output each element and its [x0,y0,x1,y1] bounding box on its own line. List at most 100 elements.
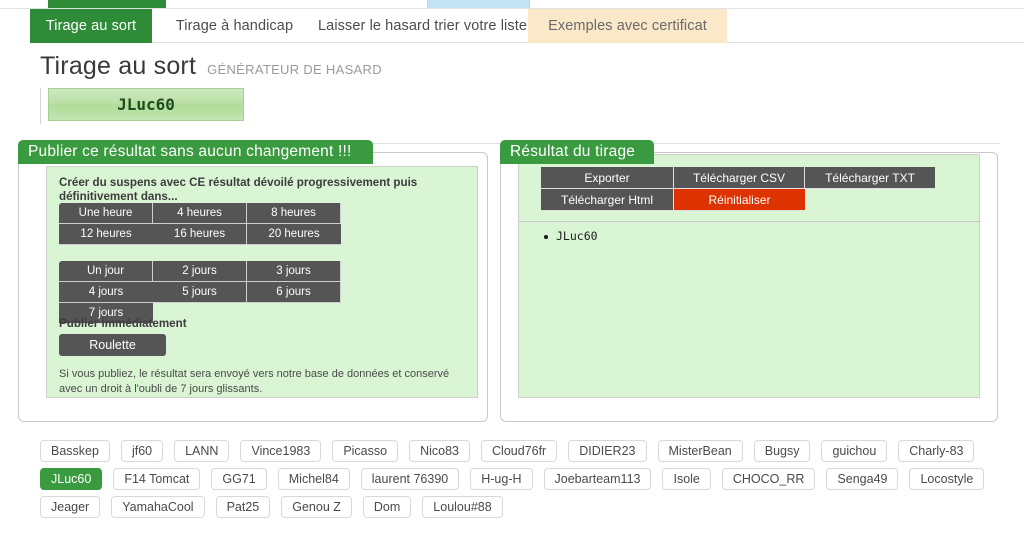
page-title-row: Tirage au sort GÉNÉRATEUR DE HASARD [40,52,382,81]
delay-days-button-2[interactable]: 3 jours [247,261,341,282]
delay-days-button-3[interactable]: 4 jours [59,282,153,303]
delay-days-button-label: Un jour [86,265,125,277]
tab-exemples-avec-certificat[interactable]: Exemples avec certificat [528,9,727,43]
participant-tag-label: Charly-83 [909,444,964,458]
participant-tag[interactable]: JLuc60 [40,468,103,490]
participant-tag-list: Basskep jf60 LANN Vince1983 Picasso Nico83 Clo… [40,440,1000,518]
participant-tag-label: Locostyle [920,472,974,486]
delay-hours-button-label: 12 heures [80,228,132,240]
participant-tag-label: H-ug-H [481,472,522,486]
participant-tag-label: jf60 [131,444,153,458]
delay-hours-button-label: 8 heures [271,207,316,219]
delay-hours-button-label: 4 heures [177,207,222,219]
publish-panel-body: Créer du suspens avec CE résultat dévoil… [46,166,478,398]
participant-tag[interactable]: Jeager [40,496,101,518]
participant-tag[interactable]: Charly-83 [898,440,975,462]
participant-tag[interactable]: Pat25 [215,496,271,518]
page-root: Tirage au sort Tirage à handicap Laisser… [0,0,1024,534]
result-action-label: Réinitialiser [708,192,771,207]
participant-tag[interactable]: Vince1983 [240,440,322,462]
delay-hours-button-0[interactable]: Une heure [59,203,153,224]
delay-days-button-5[interactable]: 6 jours [247,282,341,303]
delay-days-button-4[interactable]: 5 jours [153,282,247,303]
result-action-exporter[interactable]: Exporter [541,167,674,189]
participant-tag-label: Bugsy [764,444,800,458]
participant-tag-label: Dom [373,500,401,514]
participant-tag[interactable]: Joebarteam113 [543,468,652,490]
participant-tag-label: Isole [673,472,700,486]
participant-tag-label: Cloud76fr [492,444,547,458]
participant-tag[interactable]: Loulou#88 [422,496,503,518]
result-panel: Résultat du tirage Exporter Télécharger C… [500,140,998,422]
result-action-label: Télécharger TXT [825,170,915,185]
participant-tag[interactable]: guichou [821,440,888,462]
tab-tirage-a-handicap[interactable]: Tirage à handicap [152,9,317,43]
participant-tag[interactable]: H-ug-H [470,468,533,490]
delay-days-button-1[interactable]: 2 jours [153,261,247,282]
top-nav-active-marker[interactable] [48,0,166,8]
delay-days-button-label: 6 jours [276,286,311,298]
participant-tag-label: Nico83 [420,444,460,458]
publish-panel-legend-label: Publier ce résultat sans aucun changemen… [28,143,352,160]
publish-lead-text: Créer du suspens avec CE résultat dévoil… [59,176,418,203]
participant-tag-label: DIDIER23 [579,444,636,458]
participant-tag[interactable]: Isole [662,468,711,490]
participant-tag[interactable]: Genou Z [281,496,352,518]
delay-hours-button-5[interactable]: 20 heures [247,224,341,245]
participant-tag-label: Genou Z [292,500,341,514]
participant-tag[interactable]: MisterBean [657,440,743,462]
delay-days-button-grid: Un jour 2 jours 3 jours 4 jours 5 jours 6 jou… [59,261,389,324]
participant-tag[interactable]: jf60 [120,440,164,462]
participant-tag[interactable]: Nico83 [409,440,471,462]
delay-hours-button-2[interactable]: 8 heures [247,203,341,224]
delay-hours-button-label: Une heure [78,207,133,219]
publish-panel-legend: Publier ce résultat sans aucun changemen… [18,140,373,164]
participant-tag[interactable]: Locostyle [909,468,985,490]
publish-panel: Publier ce résultat sans aucun changemen… [18,140,488,422]
participant-tag[interactable]: Senga49 [826,468,899,490]
delay-hours-button-1[interactable]: 4 heures [153,203,247,224]
participant-tag-label: Loulou#88 [433,500,492,514]
participant-tag[interactable]: Basskep [40,440,110,462]
result-action-label: Exporter [584,170,630,185]
participant-tag-label: LANN [185,444,219,458]
participant-tag[interactable]: F14 Tomcat [113,468,201,490]
result-action-t-l-charger-csv[interactable]: Télécharger CSV [674,167,805,189]
top-nav-highlight-marker[interactable] [427,0,530,8]
result-action-t-l-charger-txt[interactable]: Télécharger TXT [805,167,935,189]
delay-days-button-0[interactable]: Un jour [59,261,153,282]
participant-tag[interactable]: DIDIER23 [568,440,647,462]
participant-tag[interactable]: LANN [174,440,230,462]
delay-hours-button-3[interactable]: 12 heures [59,224,153,245]
tab-tirage-au-sort[interactable]: Tirage au sort [30,9,152,43]
participant-tag[interactable]: Dom [362,496,412,518]
result-list: JLuc60 [541,229,598,244]
participant-tag[interactable]: GG71 [211,468,267,490]
page-subtitle: GÉNÉRATEUR DE HASARD [207,62,382,77]
participant-tag-label: YamahaCool [122,500,194,514]
tab-label: Laisser le hasard trier votre liste [318,18,527,34]
result-panel-legend-label: Résultat du tirage [510,143,636,160]
participant-tag[interactable]: Cloud76fr [481,440,558,462]
participant-tag-label: Michel84 [288,472,339,486]
participant-tag[interactable]: Bugsy [753,440,811,462]
result-action-t-l-charger-html[interactable]: Télécharger Html [541,189,674,211]
participant-tag[interactable]: laurent 76390 [360,468,460,490]
participant-tag-label: laurent 76390 [371,472,449,486]
winner-left-rule [40,88,41,124]
tab-laisser-le-hasard-trier[interactable]: Laisser le hasard trier votre liste [317,9,528,43]
participant-tag-label: Basskep [51,444,99,458]
delay-days-button-label: 5 jours [182,286,217,298]
participant-tag[interactable]: YamahaCool [111,496,205,518]
delay-hours-button-4[interactable]: 16 heures [153,224,247,245]
roulette-button[interactable]: Roulette [59,334,166,356]
main-tab-bar: Tirage au sort Tirage à handicap Laisser… [0,9,1024,43]
participant-tag-label: Joebarteam113 [554,472,641,486]
result-panel-legend: Résultat du tirage [500,140,654,164]
participant-tag[interactable]: Picasso [332,440,399,462]
result-action-label: Télécharger CSV [692,170,786,185]
delay-days-button-label: 4 jours [88,286,124,298]
participant-tag[interactable]: CHOCO_RR [721,468,816,490]
result-action-r-initialiser[interactable]: Réinitialiser [674,189,805,211]
participant-tag[interactable]: Michel84 [277,468,350,490]
